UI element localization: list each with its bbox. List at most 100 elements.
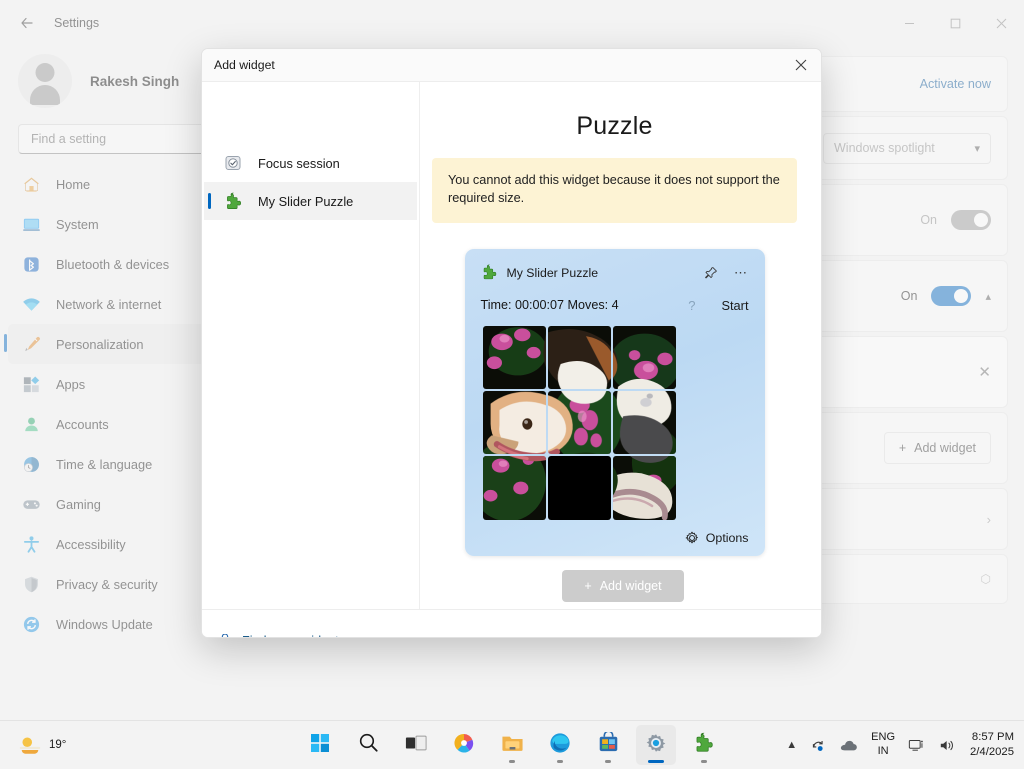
clock[interactable]: 8:57 PM 2/4/2025: [970, 730, 1014, 759]
puzzle-tile[interactable]: [548, 456, 611, 519]
external-link-icon: ⬡: [981, 572, 991, 586]
puzzle-piece-icon: [222, 190, 244, 212]
puzzle-piece-icon: [693, 732, 715, 759]
accounts-icon: [20, 413, 42, 435]
gaming-icon: [20, 493, 42, 515]
puzzle-tile[interactable]: [483, 326, 546, 389]
remove-widget-icon[interactable]: ✕: [978, 363, 991, 381]
puzzle-tile[interactable]: [613, 391, 676, 454]
network-icon[interactable]: [908, 738, 926, 753]
widget-list-item-focus-session[interactable]: Focus session: [204, 144, 417, 182]
dialog-header: Add widget: [202, 49, 821, 82]
avatar: [18, 54, 72, 108]
pin-icon[interactable]: [704, 266, 718, 280]
puzzle-grid[interactable]: [483, 326, 677, 520]
add-widget-button[interactable]: + Add widget: [884, 432, 991, 464]
sidebar-item-label: Privacy & security: [56, 577, 158, 592]
start-button[interactable]: [300, 725, 340, 765]
puzzle-tile[interactable]: [613, 326, 676, 389]
toggle-label-off: On: [920, 213, 937, 227]
widget-status-row: Time: 00:00:07 Moves: 4 ? Start: [481, 298, 749, 313]
clock-time: 8:57 PM: [970, 730, 1014, 745]
task-view-button[interactable]: [396, 725, 436, 765]
window-title: Settings: [54, 16, 99, 30]
puzzle-app-button[interactable]: [684, 725, 724, 765]
time-language-icon: [20, 453, 42, 475]
toggle-switch-widgets[interactable]: [931, 286, 971, 306]
maximize-icon[interactable]: [932, 0, 978, 46]
sidebar-item-label: Time & language: [56, 457, 152, 472]
close-icon[interactable]: [978, 0, 1024, 46]
chevron-down-icon: ▾: [974, 142, 980, 155]
settings-button[interactable]: [636, 725, 676, 765]
widget-options-button[interactable]: Options: [685, 531, 749, 545]
time-moves-label: Time: 00:00:07 Moves: 4: [481, 298, 619, 312]
toggle-label-on: On: [901, 289, 918, 303]
edge-icon: [549, 732, 571, 759]
search-button[interactable]: [348, 725, 388, 765]
cloud-icon[interactable]: [840, 739, 858, 752]
sidebar-item-label: Gaming: [56, 497, 101, 512]
widget-card-title: My Slider Puzzle: [507, 266, 599, 280]
widget-preview-card: My Slider Puzzle ⋯ Time: 00:00:07 Moves:…: [465, 249, 765, 556]
more-horizontal-icon[interactable]: ⋯: [734, 266, 749, 279]
warning-banner: You cannot add this widget because it do…: [432, 158, 797, 223]
sidebar-item-label: Network & internet: [56, 297, 161, 312]
puzzle-tile[interactable]: [613, 456, 676, 519]
onedrive-sync-icon[interactable]: [810, 738, 827, 753]
weather-widget[interactable]: 19°: [18, 721, 66, 769]
apps-icon: [20, 373, 42, 395]
widget-list-item-label: My Slider Puzzle: [258, 194, 353, 209]
puzzle-piece-icon: [481, 264, 498, 281]
background-select-value: Windows spotlight: [834, 141, 935, 155]
minimize-icon[interactable]: [886, 0, 932, 46]
widget-list-item-my-slider-puzzle[interactable]: My Slider Puzzle: [204, 182, 417, 220]
dialog-add-widget-button[interactable]: + Add widget: [562, 570, 684, 602]
dialog-body: Focus session My Slider Puzzle Puzzle Yo…: [202, 82, 821, 609]
puzzle-tile[interactable]: [548, 391, 611, 454]
close-icon[interactable]: [781, 49, 821, 82]
add-widget-button-label: Add widget: [914, 441, 976, 455]
find-more-widgets-link[interactable]: Find more widgets: [218, 634, 345, 639]
windows-logo-icon: [310, 733, 330, 758]
task-view-icon: [405, 733, 427, 758]
bluetooth-icon: [20, 253, 42, 275]
window-controls: [886, 0, 1024, 46]
sidebar-item-label: System: [56, 217, 99, 232]
windows-update-icon: [20, 613, 42, 635]
puzzle-tile[interactable]: [483, 456, 546, 519]
question-mark-icon[interactable]: ?: [688, 298, 695, 313]
search-icon: [358, 732, 379, 758]
sidebar-item-label: Bluetooth & devices: [56, 257, 169, 272]
gear-icon: [645, 732, 667, 759]
speaker-icon[interactable]: [939, 738, 957, 753]
system-icon: [20, 213, 42, 235]
plus-icon: +: [899, 441, 906, 455]
running-indicator: [557, 760, 563, 763]
sidebar-item-label: Windows Update: [56, 617, 153, 632]
puzzle-tile[interactable]: [548, 326, 611, 389]
partly-sunny-icon: [18, 734, 42, 756]
privacy-security-icon: [20, 573, 42, 595]
copilot-button[interactable]: [444, 725, 484, 765]
edge-button[interactable]: [540, 725, 580, 765]
activate-now-link[interactable]: Activate now: [920, 77, 991, 91]
taskbar: 19° ▲ ENG IN: [0, 720, 1024, 768]
sidebar-item-label: Apps: [56, 377, 85, 392]
store-button[interactable]: [588, 725, 628, 765]
puzzle-tile[interactable]: [483, 391, 546, 454]
toggle-switch-disabled[interactable]: [951, 210, 991, 230]
running-indicator: [509, 760, 515, 763]
start-button[interactable]: Start: [721, 298, 748, 313]
chevron-up-icon[interactable]: ▴: [985, 290, 991, 303]
clock-date: 2/4/2025: [970, 745, 1014, 760]
running-indicator: [648, 760, 664, 763]
widget-list: Focus session My Slider Puzzle: [202, 82, 420, 609]
chevron-up-icon[interactable]: ▲: [786, 739, 797, 751]
window-titlebar: Settings: [0, 0, 1024, 46]
back-arrow-icon[interactable]: [10, 8, 44, 38]
background-select[interactable]: Windows spotlight ▾: [823, 133, 991, 164]
file-explorer-button[interactable]: [492, 725, 532, 765]
system-tray: ▲ ENG IN: [786, 721, 1014, 769]
language-indicator[interactable]: ENG IN: [871, 731, 895, 759]
